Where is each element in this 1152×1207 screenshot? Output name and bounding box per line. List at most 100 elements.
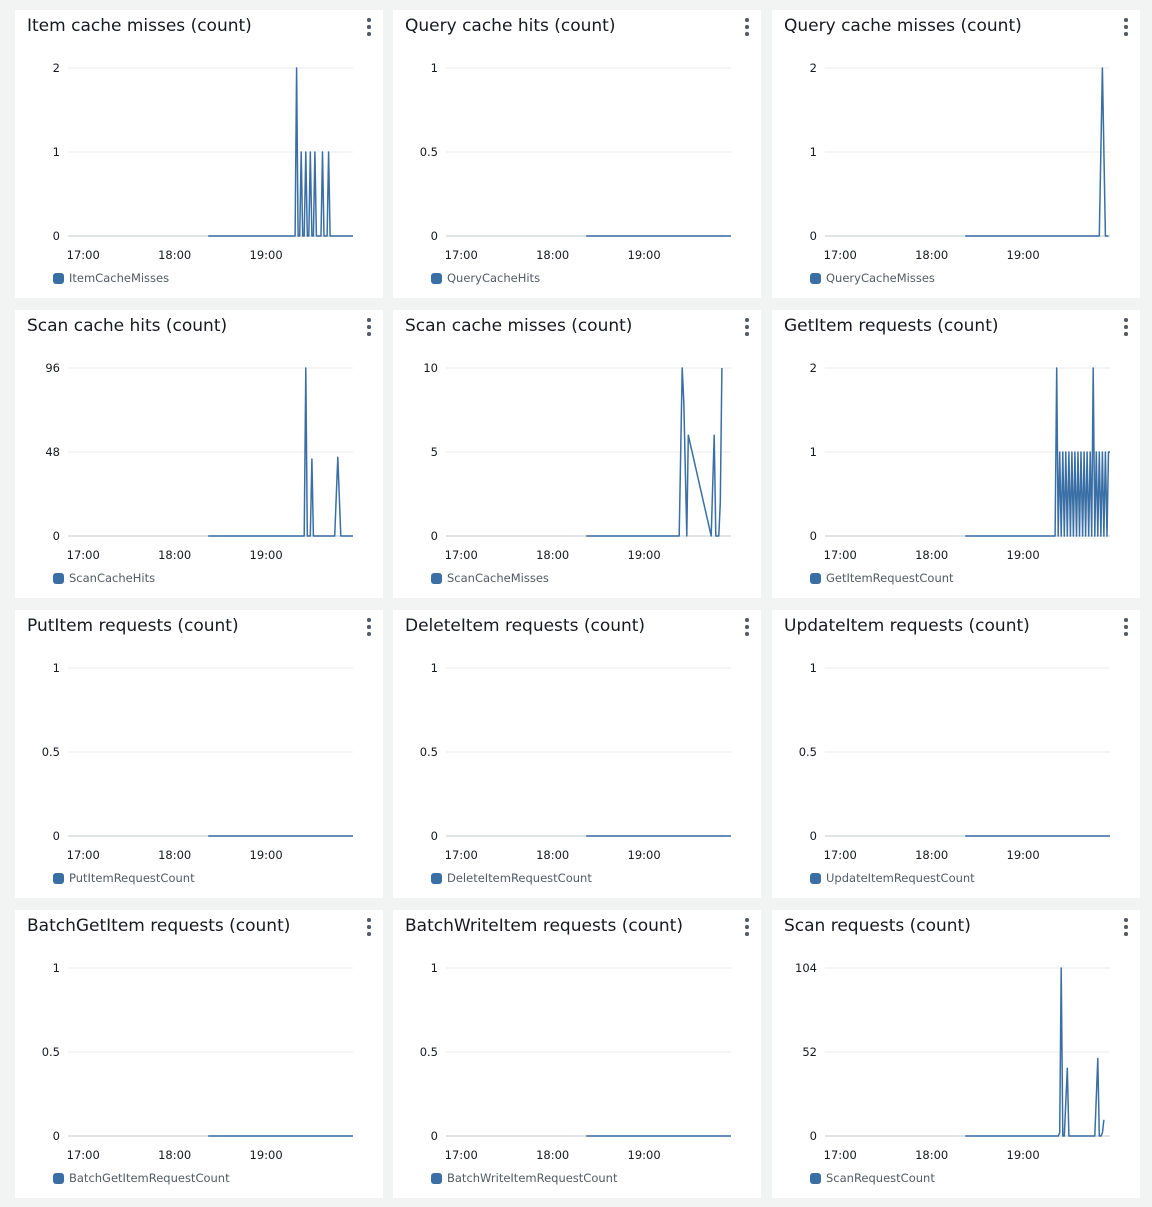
line-chart: 0 48 96 17:00 18:00 19:00 bbox=[45, 361, 353, 562]
legend-item[interactable]: GetItemRequestCount bbox=[810, 571, 954, 585]
line-chart: 0 5 10 17:00 18:00 19:00 bbox=[423, 361, 731, 562]
x-tick-label: 18:00 bbox=[915, 1148, 948, 1162]
line-chart: 0 52 104 17:00 18:00 19:00 bbox=[795, 961, 1110, 1162]
y-tick-label: 1 bbox=[431, 961, 438, 975]
y-tick-label: 52 bbox=[802, 1045, 817, 1059]
x-tick-label: 18:00 bbox=[158, 1148, 191, 1162]
legend-label: ScanCacheMisses bbox=[447, 571, 549, 585]
y-tick-label: 0.5 bbox=[420, 1045, 438, 1059]
x-tick-label: 17:00 bbox=[824, 848, 857, 862]
legend-item[interactable]: DeleteItemRequestCount bbox=[431, 871, 592, 885]
y-tick-label: 1 bbox=[810, 445, 817, 459]
metric-widget: Scan cache misses (count) 0 5 10 17:00 18:00 1… bbox=[393, 310, 761, 598]
x-tick-label: 17:00 bbox=[67, 848, 100, 862]
legend-item[interactable]: QueryCacheHits bbox=[431, 271, 540, 285]
x-tick-label: 19:00 bbox=[250, 848, 283, 862]
y-tick-label: 0.5 bbox=[42, 1045, 60, 1059]
y-tick-label: 104 bbox=[795, 961, 817, 975]
metric-widget: DeleteItem requests (count) 0 0.5 1 17:00 18:… bbox=[393, 610, 761, 898]
line-chart: 0 1 2 17:00 18:00 19:00 bbox=[810, 361, 1110, 562]
x-tick-label: 18:00 bbox=[158, 248, 191, 262]
line-chart: 0 0.5 1 17:00 18:00 19:00 bbox=[42, 961, 353, 1162]
y-tick-label: 0 bbox=[431, 1129, 438, 1143]
legend-label: QueryCacheMisses bbox=[826, 271, 935, 285]
legend-item[interactable]: BatchWriteItemRequestCount bbox=[431, 1171, 617, 1185]
metric-widget: BatchWriteItem requests (count) 0 0.5 1 17:0… bbox=[393, 910, 761, 1198]
metric-widget: GetItem requests (count) 0 1 2 17:00 18:00 19:… bbox=[772, 310, 1140, 598]
x-tick-label: 18:00 bbox=[915, 548, 948, 562]
y-tick-label: 1 bbox=[53, 661, 60, 675]
x-tick-label: 19:00 bbox=[628, 848, 661, 862]
metric-widget: PutItem requests (count) 0 0.5 1 17:00 18:00 1… bbox=[15, 610, 383, 898]
metric-widget: UpdateItem requests (count) 0 0.5 1 17:00 18:… bbox=[772, 610, 1140, 898]
legend-swatch bbox=[431, 1172, 442, 1184]
x-tick-label: 19:00 bbox=[628, 248, 661, 262]
legend-label: QueryCacheHits bbox=[447, 271, 541, 285]
x-tick-label: 17:00 bbox=[824, 1148, 857, 1162]
x-tick-label: 19:00 bbox=[1007, 848, 1040, 862]
legend-label: GetItemRequestCount bbox=[826, 571, 954, 585]
legend-item[interactable]: PutItemRequestCount bbox=[53, 871, 195, 885]
metric-widget: Query cache misses (count) 0 1 2 17:00 18:00 1… bbox=[772, 10, 1140, 298]
y-tick-label: 0 bbox=[810, 829, 817, 843]
y-tick-label: 0.5 bbox=[42, 745, 60, 759]
line-chart: 0 0.5 1 17:00 18:00 19:00 bbox=[799, 661, 1110, 862]
legend-label: ScanRequestCount bbox=[826, 1171, 935, 1185]
x-tick-label: 19:00 bbox=[628, 1148, 661, 1162]
y-tick-label: 10 bbox=[423, 361, 438, 375]
legend-swatch bbox=[810, 872, 821, 884]
y-tick-label: 1 bbox=[431, 661, 438, 675]
metric-widget: Query cache hits (count) 0 0.5 1 17:00 18:00 1… bbox=[393, 10, 761, 298]
metric-widget: Item cache misses (count) 0 1 2 17:00 18:00 19… bbox=[15, 10, 383, 298]
metric-widget: Scan cache hits (count) 0 48 96 17:00 18:00 19… bbox=[15, 310, 383, 598]
legend-item[interactable]: ItemCacheMisses bbox=[53, 271, 169, 285]
x-tick-label: 19:00 bbox=[1007, 1148, 1040, 1162]
y-tick-label: 1 bbox=[431, 61, 438, 75]
x-tick-label: 18:00 bbox=[536, 848, 569, 862]
legend-swatch bbox=[53, 1172, 64, 1184]
line-chart: 0 0.5 1 17:00 18:00 19:00 bbox=[420, 661, 731, 862]
x-tick-label: 18:00 bbox=[158, 548, 191, 562]
legend-item[interactable]: BatchGetItemRequestCount bbox=[53, 1171, 230, 1185]
y-tick-label: 96 bbox=[45, 361, 60, 375]
y-tick-label: 1 bbox=[53, 145, 60, 159]
legend-swatch bbox=[431, 872, 442, 884]
y-tick-label: 2 bbox=[810, 61, 817, 75]
y-tick-label: 0 bbox=[431, 229, 438, 243]
metric-widget: Scan requests (count) 0 52 104 17:00 18:00 19:… bbox=[772, 910, 1140, 1198]
legend-label: DeleteItemRequestCount bbox=[447, 871, 592, 885]
x-tick-label: 17:00 bbox=[67, 1148, 100, 1162]
line-chart: 0 0.5 1 17:00 18:00 19:00 bbox=[42, 661, 353, 862]
x-tick-label: 17:00 bbox=[445, 248, 478, 262]
legend-label: BatchGetItemRequestCount bbox=[69, 1171, 230, 1185]
legend-item[interactable]: UpdateItemRequestCount bbox=[810, 871, 975, 885]
legend-label: UpdateItemRequestCount bbox=[826, 871, 975, 885]
y-tick-label: 1 bbox=[810, 661, 817, 675]
y-tick-label: 0 bbox=[810, 1129, 817, 1143]
y-tick-label: 0.5 bbox=[799, 745, 817, 759]
line-chart: 0 0.5 1 17:00 18:00 19:00 bbox=[420, 61, 731, 262]
x-tick-label: 18:00 bbox=[915, 848, 948, 862]
y-tick-label: 1 bbox=[810, 145, 817, 159]
y-tick-label: 0 bbox=[810, 529, 817, 543]
x-tick-label: 18:00 bbox=[536, 1148, 569, 1162]
legend-swatch bbox=[53, 572, 64, 584]
x-tick-label: 19:00 bbox=[1007, 548, 1040, 562]
legend-item[interactable]: QueryCacheMisses bbox=[810, 271, 935, 285]
y-tick-label: 0.5 bbox=[420, 745, 438, 759]
y-tick-label: 1 bbox=[53, 961, 60, 975]
x-tick-label: 19:00 bbox=[628, 548, 661, 562]
legend-item[interactable]: ScanCacheHits bbox=[53, 571, 155, 585]
legend-label: ScanCacheHits bbox=[69, 571, 156, 585]
y-tick-label: 0 bbox=[53, 229, 60, 243]
x-tick-label: 17:00 bbox=[824, 548, 857, 562]
y-tick-label: 0 bbox=[810, 229, 817, 243]
y-tick-label: 0 bbox=[53, 529, 60, 543]
x-tick-label: 17:00 bbox=[445, 848, 478, 862]
metric-widget: BatchGetItem requests (count) 0 0.5 1 17:00 1… bbox=[15, 910, 383, 1198]
legend-label: ItemCacheMisses bbox=[69, 271, 170, 285]
legend-item[interactable]: ScanRequestCount bbox=[810, 1171, 935, 1185]
x-tick-label: 17:00 bbox=[67, 248, 100, 262]
legend-swatch bbox=[810, 272, 821, 284]
legend-item[interactable]: ScanCacheMisses bbox=[431, 571, 549, 585]
